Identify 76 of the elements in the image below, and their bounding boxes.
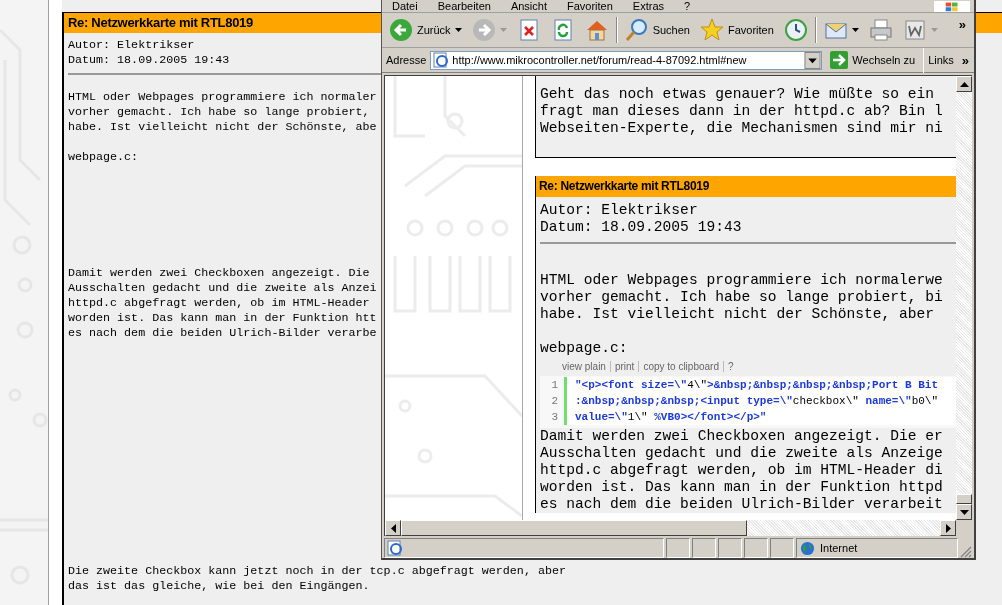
file-label: webpage.c: xyxy=(68,150,139,165)
status-pane xyxy=(744,538,768,558)
line-number: 2 xyxy=(550,395,559,407)
vertical-scrollbar[interactable] xyxy=(956,76,972,520)
edit-icon xyxy=(902,18,927,42)
post-text-line: fragt man dieses dann in der httpd.c ab? Bin l xyxy=(540,103,943,120)
menu-item[interactable]: Ansicht xyxy=(500,0,557,12)
post-text-line: es nach dem die beiden Ulrich-Bilder verarbe xyxy=(68,326,377,341)
post-text-line: vorher gemacht. Ich habe so lange probiert, xyxy=(68,105,370,120)
resize-grip-icon[interactable] xyxy=(960,546,972,558)
menu-item[interactable]: Bearbeiten xyxy=(427,0,501,12)
post-text-line: es nach dem die beiden Ulrich-Bilder verarbeit xyxy=(540,496,943,513)
arrow-icon xyxy=(830,51,849,69)
star-icon xyxy=(699,18,724,42)
post-text-line: Ausschalten gedacht und die zweite als Anzei xyxy=(68,281,377,296)
line-number: 1 xyxy=(550,379,559,391)
post-text-line: habe. Ist vielleicht nicht der Schönste, aber xyxy=(540,306,935,323)
author-line: Autor: Elektrikser xyxy=(540,202,698,219)
status-pane xyxy=(718,538,742,558)
more-button[interactable]: » xyxy=(957,52,974,68)
go-button[interactable]: Wechseln zu xyxy=(826,51,920,69)
clock-icon xyxy=(783,18,808,42)
code-tool-link[interactable]: print xyxy=(614,361,635,372)
post-text-line: HTML oder Webpages programmiere ich normaler xyxy=(68,90,377,105)
scroll-thumb[interactable] xyxy=(956,494,972,504)
menu-item[interactable]: Favoriten xyxy=(557,0,623,12)
globe-icon xyxy=(800,540,815,556)
author-line: Autor: Elektrikser xyxy=(68,38,195,53)
post-text-line: Die zweite Checkbox kann jetzt noch in der tcp.c abgefragt werden, aber xyxy=(68,564,566,579)
post-text-line: httpd.c abgefragt werden, ob im HTML-Header di xyxy=(540,462,943,479)
search-icon xyxy=(624,18,649,42)
post-title: Re: Netzwerkkarte mit RTL8019 xyxy=(536,176,956,197)
post-text-line: das ist das gleiche, wie bei den Eingängen. xyxy=(68,579,370,594)
address-label: Adresse xyxy=(386,54,427,66)
address-field[interactable]: http://www.mikrocontroller.net/forum/read-4-87092.html#new xyxy=(430,50,823,70)
scroll-right-icon[interactable] xyxy=(945,523,951,533)
status-pane xyxy=(666,538,690,558)
code-tool-link[interactable]: view plain xyxy=(562,361,606,372)
caret-icon xyxy=(454,28,462,32)
date-line: Datum: 18.09.2005 19:43 xyxy=(68,53,230,68)
page-icon xyxy=(433,52,450,68)
post-text-line: HTML oder Webpages programmiere ich normalerwe xyxy=(540,272,943,289)
post-text-line: vorher gemacht. Ich habe so lange probiert, bi xyxy=(540,289,943,306)
code-tool-link[interactable]: ? xyxy=(728,361,734,372)
dropdown-button[interactable] xyxy=(804,51,822,69)
line-number: 3 xyxy=(550,411,559,423)
status-pane xyxy=(692,538,716,558)
post-text-line: Geht das noch etwas genauer? Wie müßte so ein xyxy=(540,86,935,103)
file-label: webpage.c: xyxy=(540,340,628,357)
links-button[interactable]: Links xyxy=(928,54,954,66)
more-button[interactable]: » xyxy=(954,17,970,32)
post-text-line: Webseiten-Experte, die Mechanismen sind mir ni xyxy=(540,120,943,137)
caret-icon xyxy=(930,28,938,32)
date-line: Datum: 18.09.2005 19:43 xyxy=(540,219,742,236)
scroll-down-icon[interactable] xyxy=(959,509,969,515)
post-text-line: Damit werden zwei Checkboxen angezeigt. Die er xyxy=(540,428,943,445)
post-text-line: worden ist. Das kann man in der Funktion htt xyxy=(68,311,377,326)
code-tool-link[interactable]: copy to clipboard xyxy=(643,361,719,372)
scroll-thumb[interactable] xyxy=(401,520,747,536)
post-text-line: Damit werden zwei Checkboxen angezeigt. Die xyxy=(68,266,370,281)
printer-icon xyxy=(868,18,893,42)
menu-item[interactable]: Extras xyxy=(622,0,675,12)
page-icon xyxy=(387,540,403,556)
security-zone-label: Internet xyxy=(820,542,858,554)
caret-icon xyxy=(499,28,507,32)
scroll-left-icon[interactable] xyxy=(390,523,396,533)
post-text-line: worden ist. Das kann man in der Funktion httpd xyxy=(540,479,943,496)
post-text-line: Ausschalten gedacht und die zweite als Anzeige xyxy=(540,445,943,462)
post-text-line: httpd.c abgefragt werden, ob im HTML-Header xyxy=(68,296,370,311)
scroll-up-icon[interactable] xyxy=(959,81,969,87)
windows-logo-icon xyxy=(934,1,970,12)
menu-item[interactable]: ? xyxy=(674,0,701,12)
caret-icon xyxy=(851,28,859,32)
status-pane xyxy=(770,538,794,558)
menu-item[interactable]: Datei xyxy=(382,0,428,12)
post-text-line: habe. Ist vielleicht nicht der Schönste, abe xyxy=(68,120,377,135)
